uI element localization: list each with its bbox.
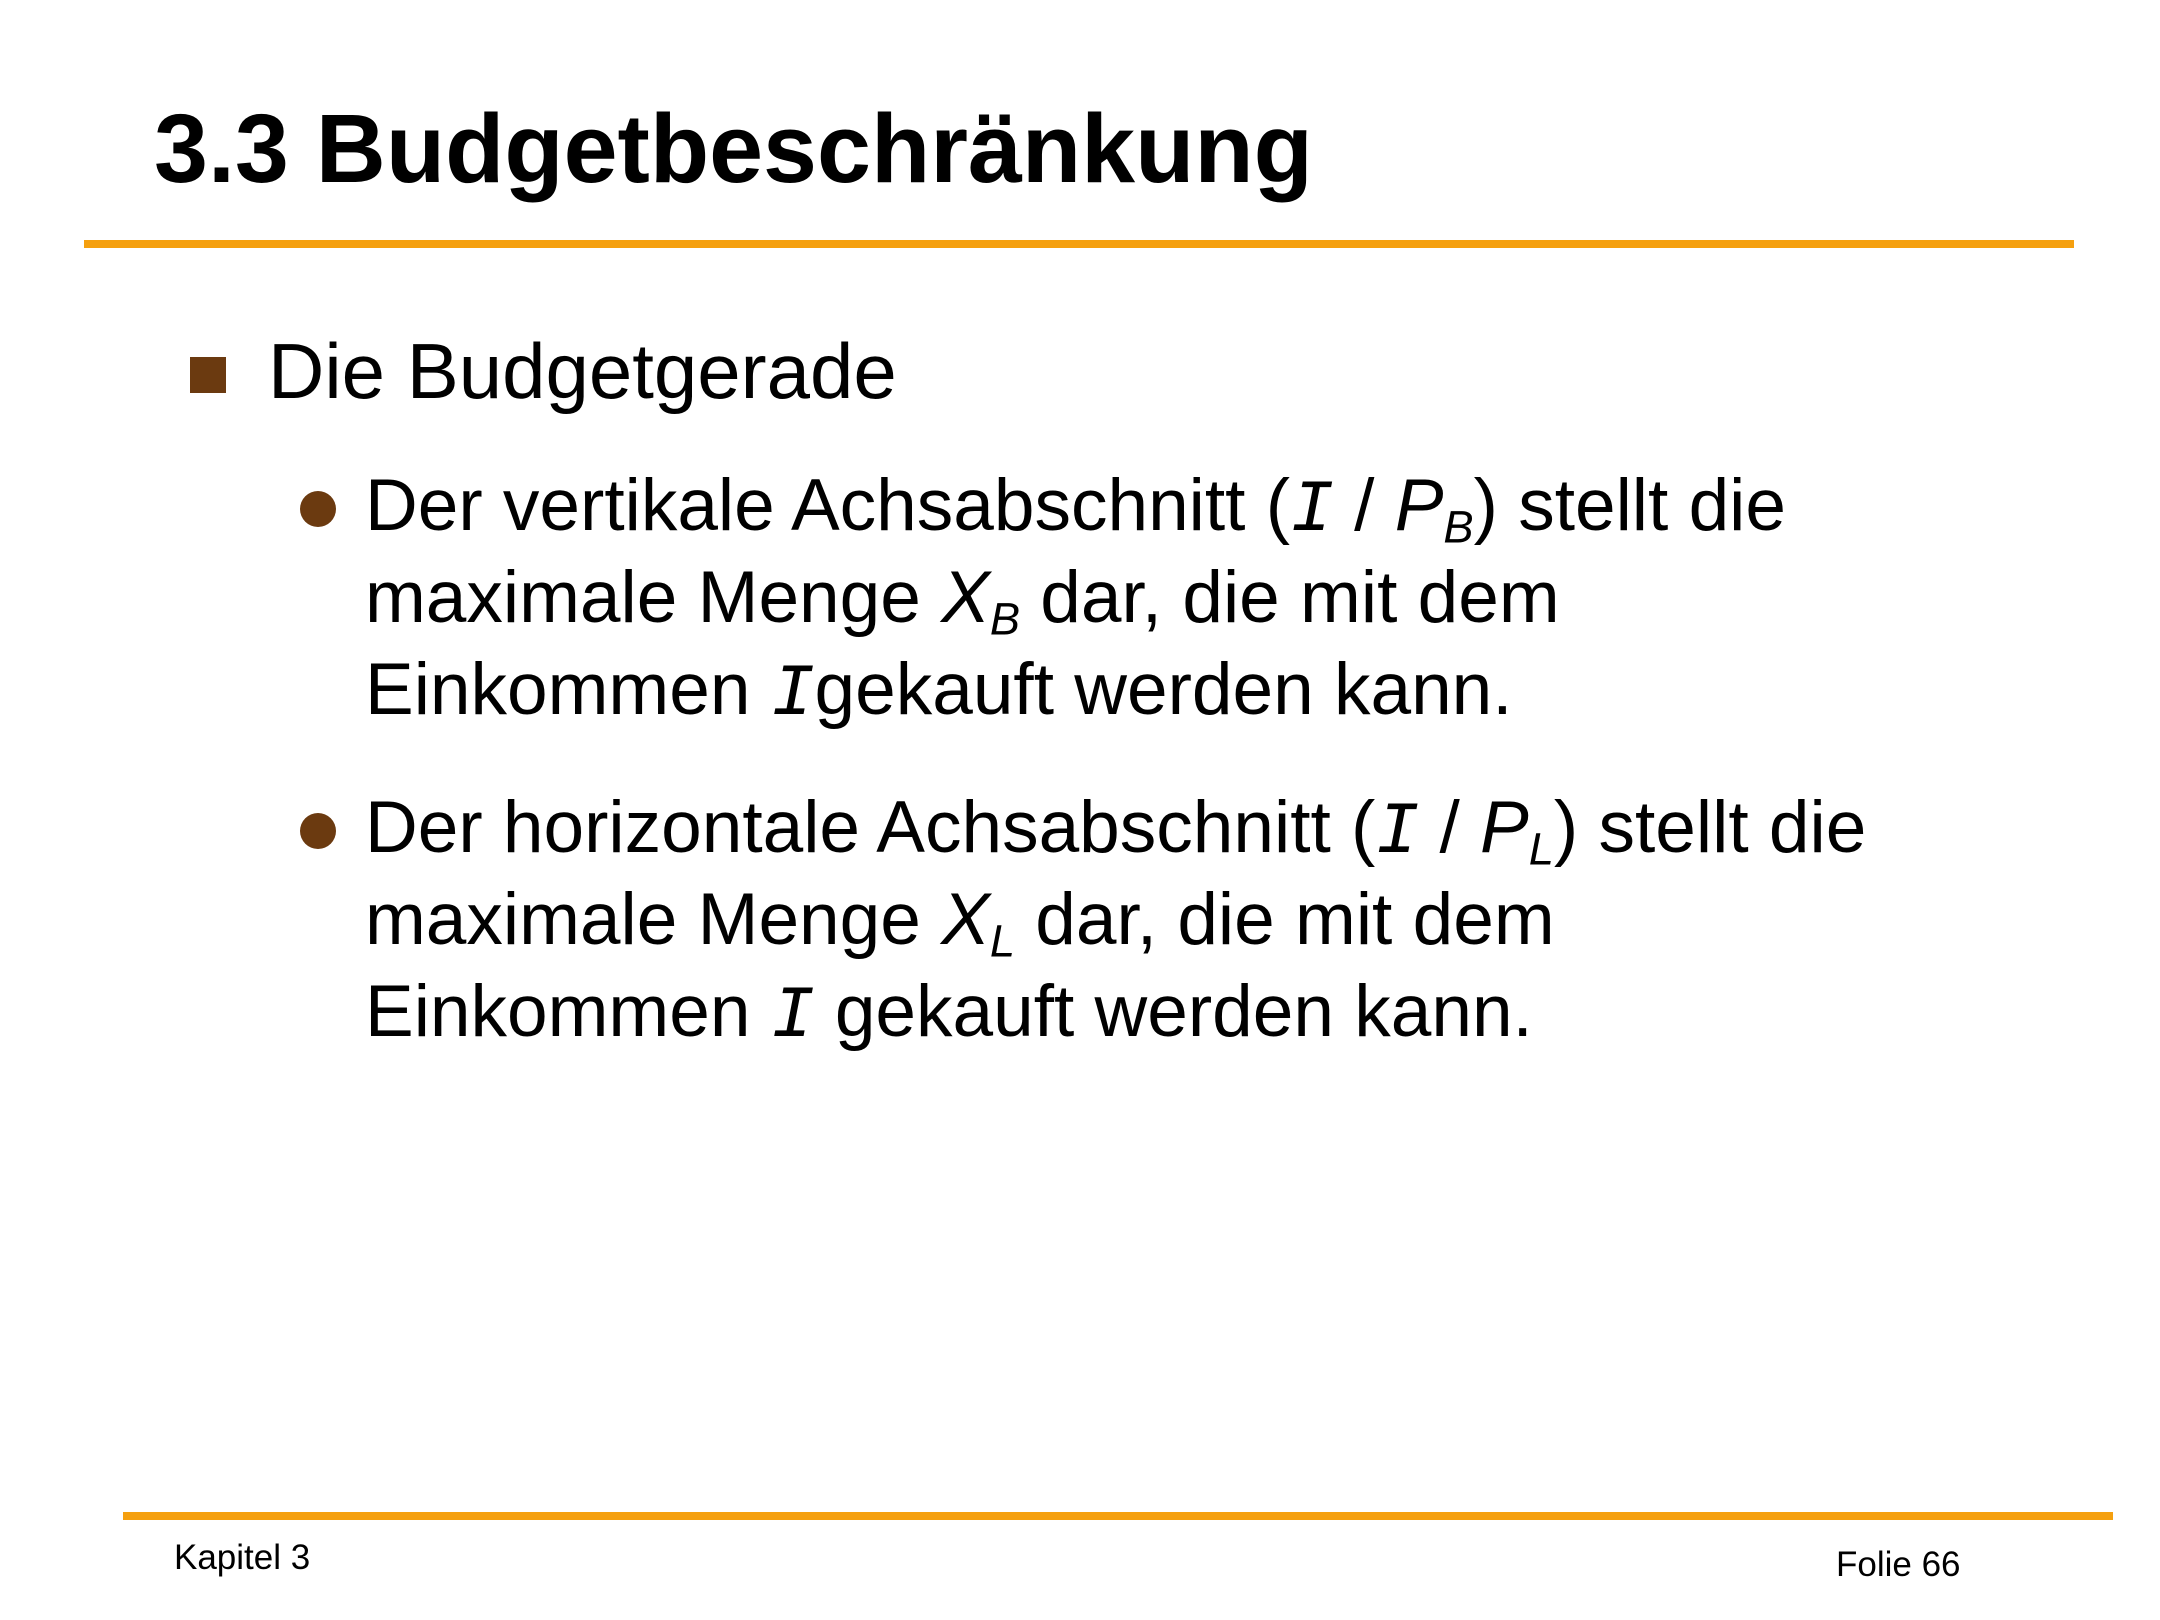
footer-divider [123,1512,2113,1520]
var-income: I [1290,469,1334,552]
text-run: ) stellt die [1553,787,1867,868]
var-price-subscript: L [1528,823,1554,875]
square-bullet-icon [190,357,226,393]
main-bullet-text: Die Budgetgerade [268,327,897,415]
text-run: gekauft werden kann. [814,649,1513,730]
var-price: PL [1480,787,1554,872]
footer-chapter: Kapitel 3 [174,1538,311,1577]
var-income: I [770,975,815,1058]
var-quantity: XB [941,557,1020,642]
text-run: dar, die mit dem [1020,557,1560,638]
text-line: maximale Menge XB dar, die mit dem [365,552,1786,644]
var-quantity-subscript: B [989,593,1021,645]
text-run: / [1333,465,1395,546]
footer-slide-number: Folie 66 [1836,1545,1961,1584]
text-line: Der vertikale Achsabschnitt (I / PB) ste… [365,460,1786,552]
sub-bullet-text: Der vertikale Achsabschnitt (I / PB) ste… [365,460,1786,736]
var-price: PB [1394,465,1474,550]
text-line: maximale Menge XL dar, die mit dem [365,874,1866,966]
text-line: Einkommen I gekauft werden kann. [365,966,1866,1058]
round-bullet-icon [300,813,336,849]
var-price-symbol: P [1394,465,1444,546]
var-price-symbol: P [1480,787,1529,868]
text-run: maximale Menge [365,879,942,960]
text-run: Einkommen [365,971,771,1052]
var-income: I [770,653,815,736]
text-run: Der vertikale Achsabschnitt ( [365,465,1291,546]
var-quantity-symbol: X [941,879,990,960]
text-run: ) stellt die [1473,465,1786,546]
text-run: Der horizontale Achsabschnitt ( [365,787,1376,868]
text-line: Einkommen Igekauft werden kann. [365,644,1786,736]
var-quantity-symbol: X [941,557,990,638]
title-divider [84,240,2074,248]
text-line: Der horizontale Achsabschnitt (I / PL) s… [365,782,1866,874]
var-income: I [1375,791,1420,874]
text-run: maximale Menge [365,557,942,638]
text-run: dar, die mit dem [1015,879,1555,960]
var-quantity-subscript: L [989,915,1015,967]
text-run: gekauft werden kann. [814,971,1533,1052]
slide-title: 3.3 Budgetbeschränkung [154,94,1313,203]
sub-bullet-text: Der horizontale Achsabschnitt (I / PL) s… [365,782,1866,1058]
var-quantity: XL [941,879,1015,964]
text-run: / [1419,787,1481,868]
round-bullet-icon [300,491,336,527]
text-run: Einkommen [365,649,771,730]
var-price-subscript: B [1443,501,1474,553]
